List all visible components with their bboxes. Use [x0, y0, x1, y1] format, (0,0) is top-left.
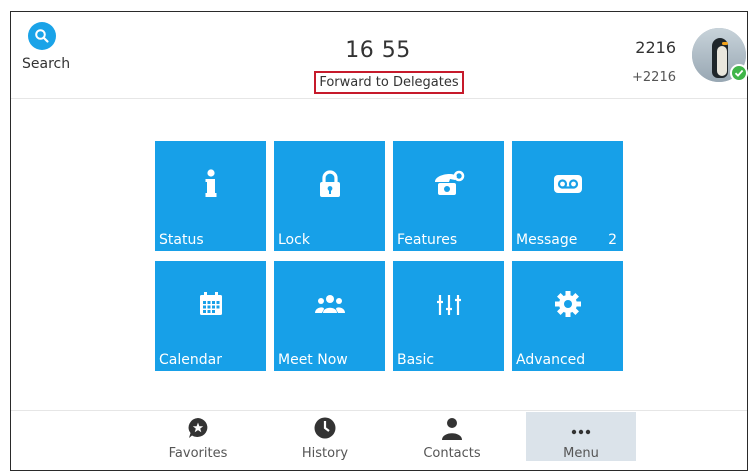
tab-label: History [301, 446, 349, 461]
phone-gear-icon [393, 169, 504, 199]
tile-label: Advanced [516, 352, 586, 368]
tile-label: Basic [397, 352, 435, 368]
tab-label: Favorites [168, 446, 228, 461]
account-extension: +2216 [632, 70, 676, 85]
people-icon [274, 289, 385, 319]
calendar-icon [155, 289, 266, 319]
gear-icon [512, 289, 623, 319]
tile-lock[interactable]: Lock [274, 141, 385, 251]
tile-label: Lock [278, 232, 310, 248]
person-icon [397, 416, 507, 440]
tile-label: Status [159, 232, 204, 248]
tile-advanced[interactable]: Advanced [512, 261, 623, 371]
tabbar-divider [11, 410, 747, 411]
tile-message[interactable]: Message 2 [512, 141, 623, 251]
clock-icon [270, 416, 380, 440]
avatar[interactable] [692, 28, 748, 82]
tab-favorites[interactable]: Favorites [143, 412, 253, 461]
tile-status[interactable]: Status [155, 141, 266, 251]
tile-label: Meet Now [278, 352, 348, 368]
tab-menu[interactable]: Menu [526, 412, 636, 461]
tab-history[interactable]: History [270, 412, 380, 461]
voicemail-icon [512, 169, 623, 199]
header-divider [11, 98, 747, 99]
tab-label: Menu [563, 446, 599, 461]
account-number: 2216 [635, 38, 676, 57]
sliders-icon [393, 289, 504, 319]
tab-label: Contacts [423, 446, 481, 461]
tile-basic[interactable]: Basic [393, 261, 504, 371]
tile-label: Calendar [159, 352, 222, 368]
message-count-badge: 2 [608, 232, 617, 248]
lock-icon [274, 169, 385, 199]
tile-calendar[interactable]: Calendar [155, 261, 266, 371]
tile-label: Features [397, 232, 458, 248]
tab-contacts[interactable]: Contacts [397, 412, 507, 461]
tile-label: Message [516, 232, 578, 248]
tile-meet-now[interactable]: Meet Now [274, 261, 385, 371]
status-indicator: Forward to Delegates [314, 71, 464, 94]
tile-features[interactable]: Features [393, 141, 504, 251]
star-bubble-icon [143, 416, 253, 440]
online-status-icon [730, 64, 748, 82]
info-icon [155, 169, 266, 199]
more-icon [526, 416, 636, 440]
